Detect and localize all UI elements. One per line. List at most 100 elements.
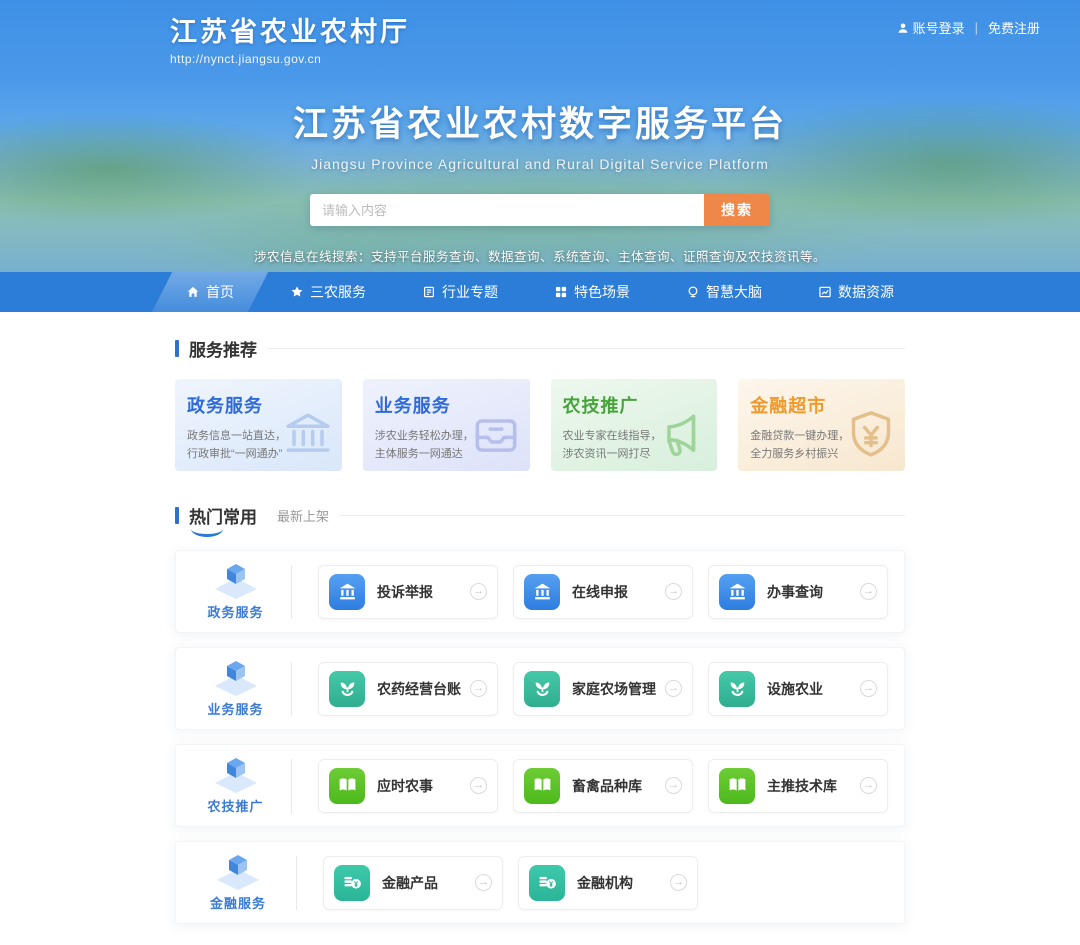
service-items: 应时农事 畜禽品种库 主推技术库 (318, 759, 888, 813)
arrow-right-icon (475, 874, 492, 891)
nav-label: 首页 (206, 282, 234, 302)
service-label: 畜禽品种库 (572, 776, 665, 796)
section-accent-bar (175, 340, 179, 357)
recommend-section-title: 服务推荐 (189, 336, 257, 361)
service-item-pesticide-ledger[interactable]: 农药经营台账 (318, 662, 498, 716)
service-label: 投诉举报 (377, 582, 470, 602)
search-input[interactable] (310, 194, 704, 226)
top-bar: 江苏省农业农村厅 http://nynct.jiangsu.gov.cn 账号登… (0, 0, 1080, 66)
service-items: 农药经营台账 家庭农场管理 设施农业 (318, 662, 888, 716)
arrow-right-icon (860, 583, 877, 600)
service-item-financial-institutions[interactable]: 金融机构 (518, 856, 698, 910)
recommend-card-government[interactable]: 政务服务 政务信息一站直达，行政审批“一网通办” (175, 379, 342, 471)
building-3d-icon (213, 853, 263, 891)
nav-item-sannong-services[interactable]: 三农服务 (264, 272, 392, 312)
arrow-right-icon (860, 680, 877, 697)
service-item-seasonal-farming[interactable]: 应时农事 (318, 759, 498, 813)
section-divider-line (339, 515, 905, 516)
pin-3d-icon (211, 659, 261, 697)
building-icon (422, 285, 436, 299)
nav-item-home[interactable]: 首页 (160, 272, 260, 312)
sprout-icon (329, 671, 365, 707)
category-name: 政务服务 (192, 602, 279, 621)
hot-row-government: 政务服务 投诉举报 在线申报 办事查询 (175, 550, 905, 633)
main-content: 服务推荐 政务服务 政务信息一站直达，行政审批“一网通办” 业务服务 涉农业务轻… (175, 312, 905, 924)
tab-newly-listed[interactable]: 最新上架 (277, 506, 329, 525)
search-hint: 涉农信息在线搜索：支持平台服务查询、数据查询、系统查询、主体查询、证照查询及农技… (0, 246, 1080, 265)
service-item-facility-agriculture[interactable]: 设施农业 (708, 662, 888, 716)
category-name: 业务服务 (192, 699, 279, 718)
category-label: 农技推广 (192, 756, 279, 815)
tab-hot-common[interactable]: 热门常用 (189, 503, 257, 528)
service-label: 主推技术库 (767, 776, 860, 796)
active-tab-underline (191, 529, 223, 537)
service-label: 应时农事 (377, 776, 470, 796)
nav-label: 数据资源 (838, 282, 894, 302)
site-url: http://nynct.jiangsu.gov.cn (170, 52, 410, 66)
search-button[interactable]: 搜索 (704, 194, 770, 226)
coins-icon (529, 865, 565, 901)
arrow-right-icon (470, 680, 487, 697)
service-item-complaint-report[interactable]: 投诉举报 (318, 565, 498, 619)
service-item-family-farm[interactable]: 家庭农场管理 (513, 662, 693, 716)
book-icon (524, 768, 560, 804)
nav-label: 三农服务 (310, 282, 366, 302)
recommend-card-finance[interactable]: 金融超市 金融贷款一键办理，全力服务乡村振兴 (738, 379, 905, 471)
service-item-affairs-inquiry[interactable]: 办事查询 (708, 565, 888, 619)
site-name: 江苏省农业农村厅 (170, 10, 410, 49)
search-bar: 搜索 (310, 194, 770, 226)
service-label: 家庭农场管理 (572, 679, 665, 699)
hot-row-business: 业务服务 农药经营台账 家庭农场管理 设施农业 (175, 647, 905, 730)
service-label: 在线申报 (572, 582, 665, 602)
service-item-livestock-breed-db[interactable]: 畜禽品种库 (513, 759, 693, 813)
register-link[interactable]: 免费注册 (988, 18, 1040, 37)
divider: | (975, 20, 978, 35)
arrow-right-icon (860, 777, 877, 794)
home-icon (186, 285, 200, 299)
nav-item-industry-topics[interactable]: 行业专题 (396, 272, 524, 312)
bank-icon (524, 574, 560, 610)
diamond-3d-icon (211, 756, 261, 794)
service-item-online-declaration[interactable]: 在线申报 (513, 565, 693, 619)
bank-icon (719, 574, 755, 610)
nav-item-featured-scenes[interactable]: 特色场景 (528, 272, 656, 312)
login-link[interactable]: 账号登录 (897, 18, 965, 37)
category-label: 金融服务 (192, 853, 284, 912)
service-label: 金融产品 (382, 873, 475, 893)
nav-label: 特色场景 (574, 282, 630, 302)
service-item-financial-products[interactable]: 金融产品 (323, 856, 503, 910)
card-description: 涉农业务轻松办理，主体服务一网通达 (375, 427, 518, 463)
section-accent-bar (175, 507, 179, 524)
sprout-icon (524, 671, 560, 707)
account-links: 账号登录 | 免费注册 (897, 18, 1040, 37)
hot-service-rows: 政务服务 投诉举报 在线申报 办事查询 (175, 550, 905, 924)
main-nav: 首页 三农服务 行业专题 特色场景 智慧大脑 数据资源 (0, 272, 1080, 312)
card-description: 政务信息一站直达，行政审批“一网通办” (187, 427, 330, 463)
nav-item-data-resources[interactable]: 数据资源 (792, 272, 920, 312)
vertical-divider (291, 759, 292, 813)
hero-banner: 江苏省农业农村厅 http://nynct.jiangsu.gov.cn 账号登… (0, 0, 1080, 272)
vertical-divider (291, 662, 292, 716)
service-item-main-technology-db[interactable]: 主推技术库 (708, 759, 888, 813)
category-label: 业务服务 (192, 659, 279, 718)
hot-row-finance: 金融服务 金融产品 金融机构 (175, 841, 905, 924)
bank-icon (329, 574, 365, 610)
brain-icon (686, 285, 700, 299)
vertical-divider (291, 565, 292, 619)
category-name: 金融服务 (192, 893, 284, 912)
service-label: 金融机构 (577, 873, 670, 893)
grid-icon (554, 285, 568, 299)
nav-item-smart-brain[interactable]: 智慧大脑 (660, 272, 788, 312)
site-logo[interactable]: 江苏省农业农村厅 http://nynct.jiangsu.gov.cn (170, 10, 410, 66)
arrow-right-icon (470, 777, 487, 794)
recommend-card-business[interactable]: 业务服务 涉农业务轻松办理，主体服务一网通达 (363, 379, 530, 471)
recommend-card-agritech[interactable]: 农技推广 农业专家在线指导，涉农资讯一网打尽 (551, 379, 718, 471)
hot-row-agritech: 农技推广 应时农事 畜禽品种库 主推技术库 (175, 744, 905, 827)
recommend-section-header: 服务推荐 (175, 336, 905, 361)
arrow-right-icon (665, 583, 682, 600)
coins-icon (334, 865, 370, 901)
category-name: 农技推广 (192, 796, 279, 815)
login-label: 账号登录 (913, 18, 965, 37)
book-icon (719, 768, 755, 804)
service-items: 投诉举报 在线申报 办事查询 (318, 565, 888, 619)
